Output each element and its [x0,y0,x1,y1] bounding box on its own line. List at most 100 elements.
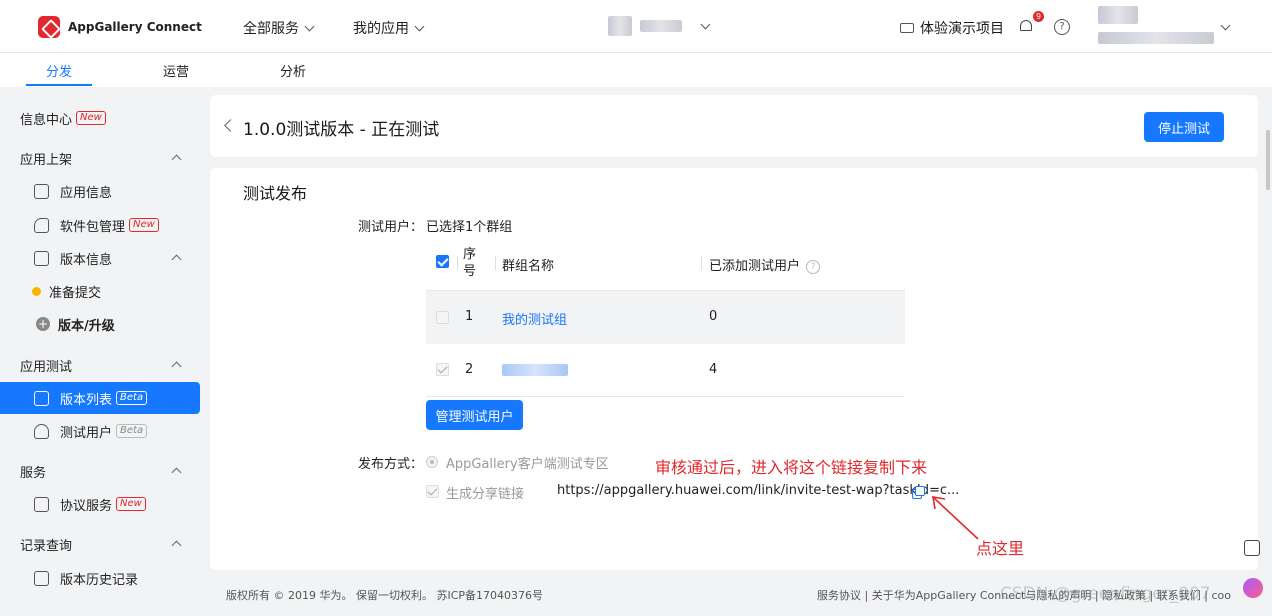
huawei-logo-icon [38,16,60,38]
sidebar-item-label: 版本/升级 [58,318,115,334]
header-added-users-label: 已添加测试用户 [709,259,801,274]
annotation-note: 审核通过后，进入将这个链接复制下来 [655,458,928,477]
plus-circle-icon: + [36,317,50,331]
version-header-card: 1.0.0测试版本 - 正在测试 停止测试 [210,95,1258,157]
stop-test-button[interactable]: 停止测试 [1144,112,1224,142]
sidebar-item-label: 测试用户 [60,425,113,441]
added-users-count: 0 [709,309,718,324]
added-users-count: 4 [709,362,718,377]
publish-option-label: AppGallery客户端测试专区 [446,457,609,472]
new-tag: New [76,111,106,125]
annotation-arrow-icon [932,496,979,540]
my-apps-menu[interactable]: 我的应用 [353,18,425,38]
history-icon [34,570,49,586]
sidebar-group-label: 应用上架 [20,152,73,168]
row-checkbox[interactable] [436,311,449,324]
column-divider [701,256,702,270]
active-tab-indicator [26,84,92,86]
back-arrow-icon[interactable] [224,119,237,132]
sidebar-group-label: 应用测试 [20,359,73,375]
sidebar-item-prepare-submit[interactable]: 准备提交 [0,275,200,307]
header-index: 序号 [463,247,477,279]
sidebar-group-records[interactable]: 记录查询 [0,528,200,560]
app-info-icon [34,183,49,199]
package-icon [34,217,49,233]
sidebar-item-label: 版本列表 [60,392,113,408]
column-divider [495,256,496,270]
select-all-checkbox[interactable] [436,255,449,268]
group-name-blurred[interactable] [502,364,568,376]
manage-test-users-button[interactable]: 管理测试用户 [426,400,523,430]
account-menu[interactable] [1098,6,1238,48]
sidebar-item-info-center[interactable]: 信息中心 New [0,102,200,134]
sidebar-item-label: 应用信息 [60,185,113,201]
row-index: 2 [465,362,474,377]
row-index: 1 [465,309,474,324]
agreement-icon [34,496,49,512]
sidebar-item-label: 信息中心 [20,112,73,128]
copy-icon[interactable] [912,486,926,500]
sidebar-group-label: 记录查询 [20,538,73,554]
tab-analytics[interactable]: 分析 [280,61,306,80]
all-services-menu[interactable]: 全部服务 [243,18,315,38]
chevron-up-icon [171,540,182,551]
app-icon-blurred [608,16,632,36]
sidebar-item-version-history[interactable]: 版本历史记录 [0,562,200,594]
tab-operate[interactable]: 运营 [163,61,189,80]
help-icon[interactable]: ? [1054,19,1070,35]
demo-icon [900,23,914,33]
sidebar-item-label: 软件包管理 [60,219,126,235]
my-apps-label: 我的应用 [353,21,409,37]
sidebar-group-app-test[interactable]: 应用测试 [0,349,200,381]
sidebar-item-version-list[interactable]: 版本列表 Beta [0,382,200,414]
table-header-row: 序号 群组名称 已添加测试用户? [426,236,905,291]
user-icon [34,423,49,439]
test-release-card: 测试发布 测试用户： 已选择1个群组 序号 群组名称 已添加测试用户? 1 我的… [210,168,1258,570]
status-dot-icon [32,286,41,296]
sidebar-item-package-mgmt[interactable]: 软件包管理 New [0,209,200,241]
page-title: 1.0.0测试版本 - 正在测试 [243,120,440,140]
demo-project-link[interactable]: 体验演示项目 [900,18,1004,38]
chevron-down-icon [304,21,315,31]
account-name-blurred [1098,32,1214,44]
sidebar-group-services[interactable]: 服务 [0,455,200,487]
app-logo[interactable]: AppGallery Connect [38,16,202,38]
group-name-link[interactable]: 我的测试组 [502,309,567,328]
chevron-up-icon [171,467,182,478]
question-icon[interactable]: ? [806,259,821,274]
test-users-label: 测试用户： [358,220,424,235]
sidebar-item-version-info[interactable]: 版本信息 [0,242,200,274]
notification-bell-icon[interactable] [1019,18,1033,33]
assistant-icon[interactable] [1243,578,1263,598]
chevron-up-icon [171,361,182,372]
sidebar-item-version-upgrade[interactable]: + 版本/升级 [0,308,200,340]
publish-option-radio[interactable] [426,456,438,468]
share-link-label: 生成分享链接 [446,487,525,502]
demo-project-label: 体验演示项目 [920,21,1004,37]
header-group-name: 群组名称 [502,259,555,274]
tab-distribute[interactable]: 分发 [46,61,72,80]
sidebar-group-app-listing[interactable]: 应用上架 [0,142,200,174]
beta-tag: Beta [116,424,148,438]
chevron-down-icon [700,19,711,29]
chevron-up-icon [171,154,182,165]
sidebar-item-label: 版本信息 [60,252,113,268]
sidebar-item-label: 准备提交 [49,285,102,301]
sidebar-item-agreement-service[interactable]: 协议服务 New [0,488,200,520]
share-link-checkbox[interactable] [426,485,439,498]
page-scrollbar[interactable] [1266,130,1270,190]
chevron-down-icon [414,21,425,31]
publish-method-label: 发布方式： [358,457,424,472]
sidebar: 信息中心 New 应用上架 应用信息 软件包管理 New 版本信息 准备提交 +… [0,87,210,616]
header-added-users: 已添加测试用户? [709,255,821,274]
translate-icon[interactable] [1244,540,1260,556]
row-checkbox[interactable] [436,363,449,376]
sidebar-item-app-info[interactable]: 应用信息 [0,175,200,207]
selected-groups-text: 已选择1个群组 [426,220,513,235]
app-switcher[interactable] [608,16,711,36]
table-row: 2 4 [426,344,905,397]
notification-badge: 9 [1033,11,1044,22]
version-info-icon [34,250,49,266]
sidebar-item-test-users[interactable]: 测试用户 Beta [0,415,200,447]
product-tabs: 分发 运营 分析 [0,53,1272,87]
